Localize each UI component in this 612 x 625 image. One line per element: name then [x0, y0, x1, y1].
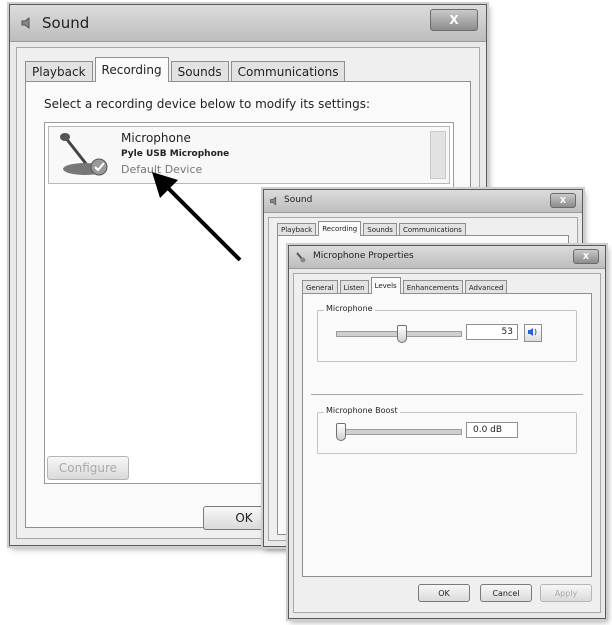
level-meter	[430, 131, 446, 179]
configure-button[interactable]: Configure	[47, 456, 129, 480]
tab-advanced[interactable]: Advanced	[464, 280, 508, 294]
instruction-text: Select a recording device below to modif…	[44, 97, 371, 111]
microphone-icon	[295, 251, 307, 263]
window-title: Sound	[284, 195, 313, 205]
microphone-boost-group: Microphone Boost 0.0 dB	[317, 406, 577, 454]
tab-sounds[interactable]: Sounds	[170, 61, 229, 82]
close-button[interactable]: X	[573, 249, 599, 264]
ok-button[interactable]: OK	[418, 584, 470, 602]
tab-playback[interactable]: Playback	[25, 61, 93, 82]
microphone-icon	[57, 131, 113, 179]
tab-recording[interactable]: Recording	[318, 221, 362, 236]
sound-back-titlebar[interactable]: Sound X	[264, 190, 582, 213]
levels-panel: Microphone 53 Microphone Boost 0.0 dB	[302, 293, 592, 577]
mic-props-titlebar[interactable]: Microphone Properties X	[289, 246, 605, 269]
pointer-arrow	[152, 172, 242, 262]
tab-general[interactable]: General	[302, 280, 338, 294]
tab-listen[interactable]: Listen	[339, 280, 369, 294]
microphone-boost-label: Microphone Boost	[324, 406, 400, 415]
microphone-level-value[interactable]: 53	[466, 324, 518, 340]
boost-slider-thumb[interactable]	[336, 423, 346, 441]
window-title: Microphone Properties	[313, 251, 414, 261]
cancel-button[interactable]: Cancel	[480, 584, 532, 602]
microphone-properties-window: Microphone Properties X General Listen L…	[288, 245, 606, 619]
window-title: Sound	[42, 14, 90, 32]
tab-communications[interactable]: Communications	[230, 61, 346, 82]
tab-strip: Playback Recording Sounds Communications	[25, 56, 347, 82]
device-name: Microphone	[121, 131, 191, 145]
tab-strip: Playback Recording Sounds Communications	[277, 221, 468, 236]
tab-levels[interactable]: Levels	[370, 277, 401, 294]
speaker-icon	[20, 15, 36, 31]
microphone-level-group: Microphone 53	[317, 304, 577, 362]
microphone-level-label: Microphone	[324, 304, 375, 313]
speaker-icon	[527, 327, 539, 340]
apply-button[interactable]: Apply	[540, 584, 592, 602]
device-model: Pyle USB Microphone	[121, 149, 230, 159]
mute-button[interactable]	[524, 324, 542, 342]
speaker-icon	[269, 195, 281, 207]
mic-props-client-area: General Listen Levels Enhancements Advan…	[293, 273, 601, 613]
tab-enhancements[interactable]: Enhancements	[402, 280, 463, 294]
sound-titlebar[interactable]: Sound X	[10, 5, 486, 42]
tab-strip: General Listen Levels Enhancements Advan…	[302, 277, 509, 294]
boost-slider-track[interactable]	[336, 429, 462, 435]
tab-recording[interactable]: Recording	[94, 57, 169, 82]
section-divider	[311, 394, 583, 395]
close-button[interactable]: X	[430, 9, 478, 31]
close-button[interactable]: X	[550, 193, 576, 208]
microphone-boost-value[interactable]: 0.0 dB	[466, 422, 518, 438]
device-item[interactable]: Microphone Pyle USB Microphone Default D…	[48, 126, 450, 184]
microphone-slider-thumb[interactable]	[397, 325, 408, 343]
